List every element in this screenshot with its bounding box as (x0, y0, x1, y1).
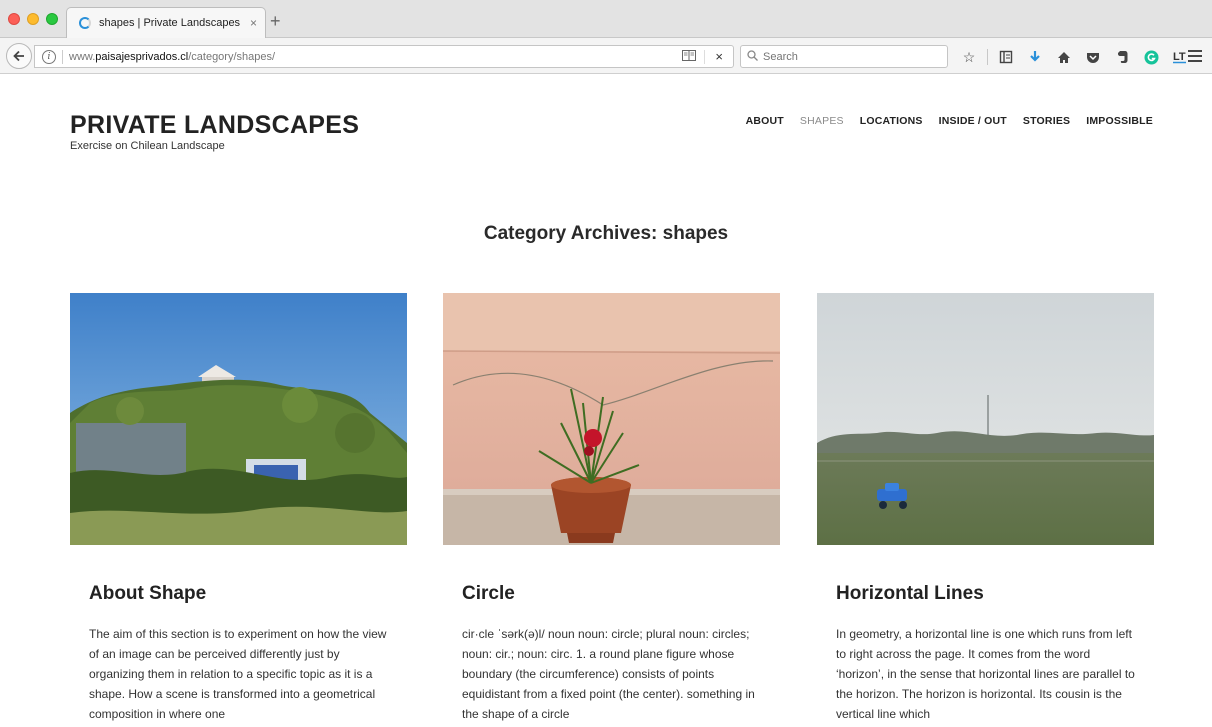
post-card-circle: Circle cir·cle ˈsərk(ə)l/ noun noun: cir… (443, 293, 780, 724)
reader-view-icon[interactable] (674, 49, 706, 64)
browser-tab[interactable]: shapes | Private Landscapes × (66, 7, 266, 38)
overgrown-wall-photo[interactable] (70, 293, 407, 545)
post-excerpt: The aim of this section is to experiment… (89, 627, 387, 721)
window-zoom-button[interactable] (46, 13, 58, 25)
search-bar[interactable] (740, 45, 948, 68)
potted-plant-photo[interactable] (443, 293, 780, 545)
tab-title: shapes | Private Landscapes (99, 17, 241, 29)
loading-spinner-icon (79, 17, 91, 29)
post-excerpt: cir·cle ˈsərk(ə)l/ noun noun: circle; pl… (462, 627, 755, 721)
post-card-about-shape: About Shape The aim of this section is t… (70, 293, 407, 724)
new-tab-button[interactable]: + (270, 12, 281, 30)
browser-navbar: i www.paisajesprivados.cl/category/shape… (0, 38, 1212, 74)
post-title[interactable]: Horizontal Lines (836, 583, 1154, 605)
pocket-icon[interactable] (1082, 46, 1104, 68)
tab-close-icon[interactable]: × (250, 16, 257, 30)
back-button[interactable] (6, 43, 32, 69)
bookmark-star-icon[interactable]: ☆ (958, 46, 980, 68)
post-title[interactable]: Circle (462, 583, 780, 605)
browser-toolbar: ☆ LT (958, 46, 1198, 68)
evernote-icon[interactable] (1111, 46, 1133, 68)
window-close-button[interactable] (8, 13, 20, 25)
url-divider (62, 49, 63, 64)
web-page: PRIVATE LANDSCAPES Exercise on Chilean L… (0, 75, 1212, 727)
grammarly-icon[interactable] (1140, 46, 1162, 68)
nav-item-about[interactable]: ABOUT (746, 115, 784, 127)
archive-title: Category Archives: shapes (483, 223, 729, 244)
back-arrow-icon (13, 50, 24, 62)
toolbar-divider (987, 49, 988, 65)
main-navigation: ABOUT SHAPES LOCATIONS INSIDE / OUT STOR… (746, 115, 1153, 127)
url-bar[interactable]: i www.paisajesprivados.cl/category/shape… (34, 45, 734, 68)
site-title[interactable]: PRIVATE LANDSCAPES (70, 111, 359, 140)
stop-loading-icon[interactable]: × (705, 49, 733, 64)
bookmarks-list-icon[interactable] (995, 46, 1017, 68)
post-title[interactable]: About Shape (89, 583, 407, 605)
info-icon[interactable]: i (42, 49, 56, 64)
nav-item-stories[interactable]: STORIES (1023, 115, 1070, 127)
browser-titlebar: shapes | Private Landscapes × + (0, 0, 1212, 38)
nav-item-shapes[interactable]: SHAPES (800, 115, 844, 127)
misty-field-photo[interactable] (817, 293, 1154, 545)
search-icon (747, 49, 758, 64)
downloads-icon[interactable] (1024, 46, 1046, 68)
nav-item-impossible[interactable]: IMPOSSIBLE (1086, 115, 1153, 127)
window-minimize-button[interactable] (27, 13, 39, 25)
nav-item-inside-out[interactable]: INSIDE / OUT (939, 115, 1007, 127)
home-icon[interactable] (1053, 46, 1075, 68)
url-text[interactable]: www.paisajesprivados.cl/category/shapes/ (69, 51, 674, 63)
nav-item-locations[interactable]: LOCATIONS (860, 115, 923, 127)
svg-text:LT: LT (1173, 51, 1186, 63)
post-excerpt: In geometry, a horizontal line is one wh… (836, 627, 1135, 721)
post-card-horizontal-lines: Horizontal Lines In geometry, a horizont… (817, 293, 1154, 724)
search-input[interactable] (763, 50, 943, 63)
hamburger-menu-icon[interactable] (1188, 46, 1208, 66)
site-tagline: Exercise on Chilean Landscape (70, 140, 225, 152)
